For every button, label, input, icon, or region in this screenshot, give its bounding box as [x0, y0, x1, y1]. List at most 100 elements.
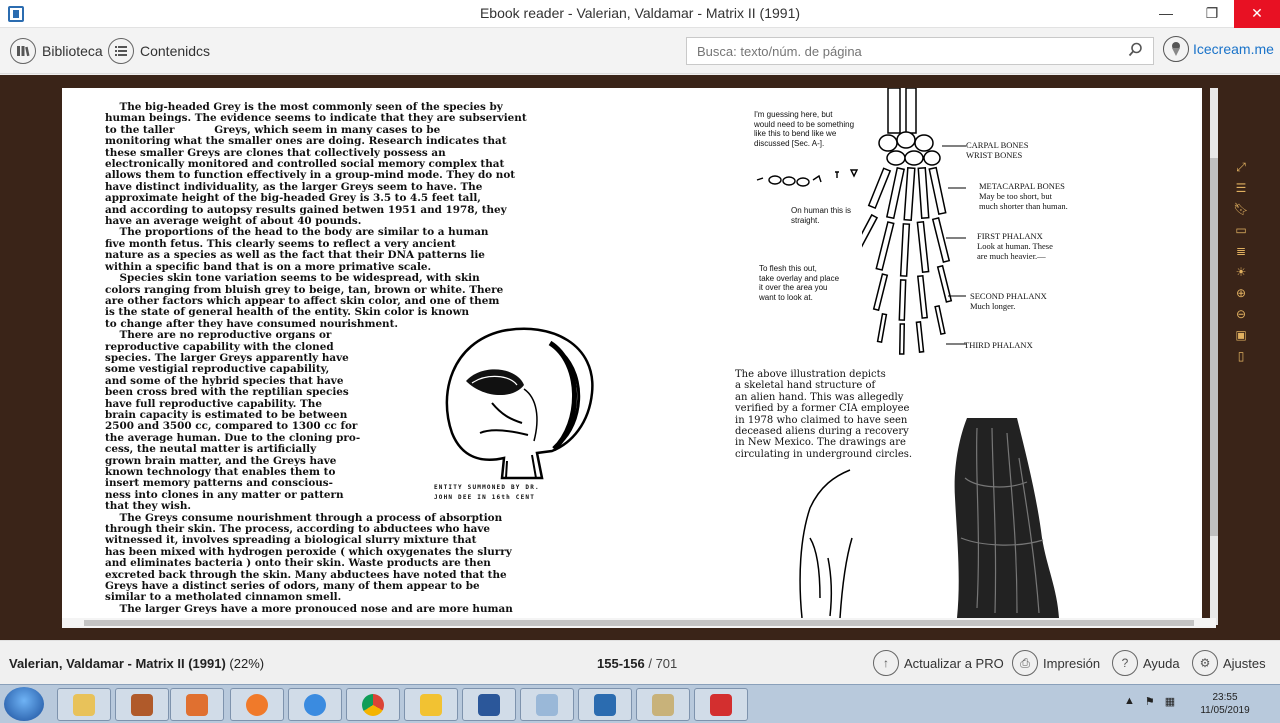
contents-label: Contenidcs — [140, 43, 211, 59]
settings-label: Ajustes — [1223, 655, 1266, 671]
paint-icon — [536, 693, 558, 716]
search-box[interactable] — [686, 37, 1154, 65]
side-toolbar: ⤢ ☰ 🔖︎ ▭ ≣ ☀ ⊕ ⊖ ▣ ▯ — [1232, 160, 1250, 370]
help-icon: ? — [1112, 650, 1138, 676]
print-label: Impresión — [1043, 655, 1101, 671]
flag-icon[interactable]: ⚑ — [1145, 695, 1155, 708]
contents-button[interactable]: Contenidcs — [108, 37, 210, 65]
upgrade-pro-button[interactable]: ↑ Actualizar a PRO — [873, 650, 1004, 676]
note-straight: On human this is straight. — [791, 206, 852, 225]
chrome-icon — [362, 693, 384, 716]
upgrade-label: Actualizar a PRO — [904, 655, 1004, 671]
brightness-icon[interactable]: ☀ — [1232, 265, 1250, 286]
search-icon[interactable] — [1128, 42, 1143, 61]
bookmark-icon[interactable]: 🔖︎ — [1232, 202, 1250, 223]
alien-image-caption: ENTITY SUMMONED BY DR. JOHN DEE IN 16th … — [434, 484, 540, 501]
firefox-icon — [246, 693, 268, 716]
search-input[interactable] — [687, 38, 1117, 64]
toolbar: Biblioteca Contenidcs Icecream.me — [0, 28, 1280, 74]
taskbar-ebook-reader[interactable] — [578, 688, 632, 721]
taskbar-explorer[interactable] — [57, 688, 111, 721]
clock[interactable]: 23:55 11/05/2019 — [1196, 691, 1254, 717]
book-spread[interactable]: The big-headed Grey is the most commonly… — [62, 88, 1202, 618]
list-icon — [108, 38, 134, 64]
horizontal-scrollbar[interactable] — [62, 618, 1216, 628]
close-button[interactable]: ✕ — [1234, 0, 1280, 28]
clock-date: 11/05/2019 — [1200, 705, 1250, 716]
taskbar-app-3[interactable] — [170, 688, 224, 721]
taskbar-notes[interactable] — [404, 688, 458, 721]
windows-taskbar: ▲ ⚑ ▦ 23:55 11/05/2019 — [0, 684, 1280, 723]
library-label: Biblioteca — [42, 43, 103, 59]
title-bar: Ebook reader - Valerian, Valdamar - Matr… — [0, 0, 1280, 28]
note-flesh-out: To flesh this out, take overlay and plac… — [759, 264, 840, 302]
network-icon[interactable]: ▦ — [1165, 695, 1175, 708]
taskbar-firefox[interactable] — [230, 688, 284, 721]
ie-icon — [304, 693, 326, 716]
zoom-in-icon[interactable]: ⊕ — [1232, 286, 1250, 307]
book-percent: (22%) — [229, 656, 265, 671]
zoom-out-icon[interactable]: ⊖ — [1232, 307, 1250, 328]
chat-icon — [420, 693, 442, 716]
library-icon — [10, 38, 36, 64]
tray-arrow-icon[interactable]: ▲ — [1124, 695, 1135, 708]
help-button[interactable]: ? Ayuda — [1112, 650, 1180, 676]
taskbar-chrome[interactable] — [346, 688, 400, 721]
alien-head-illustration — [445, 327, 594, 480]
brand-label: Icecream.me — [1193, 41, 1274, 57]
print-button[interactable]: ⎙ Impresión — [1012, 650, 1100, 676]
gear-icon: ⚙ — [1192, 650, 1218, 676]
clock-time: 23:55 — [1212, 692, 1238, 703]
note-guessing: I'm guessing here, but would need to be … — [754, 110, 855, 148]
ebook-icon — [594, 693, 616, 716]
image-icon[interactable]: ▣ — [1232, 328, 1250, 349]
taskbar-ie[interactable] — [288, 688, 342, 721]
vertical-scrollbar[interactable] — [1210, 88, 1218, 625]
label-carpal-bones: CARPAL BONES WRIST BONES — [966, 140, 1029, 160]
label-metacarpal-bones: METACARPAL BONES May be too short, but m… — [979, 181, 1068, 211]
word-icon — [478, 693, 500, 716]
vertical-scroll-thumb[interactable] — [1210, 158, 1218, 536]
arrow-up-icon: ↑ — [873, 650, 899, 676]
folder-icon — [73, 693, 95, 716]
label-first-phalanx: FIRST PHALANX Look at human. These are m… — [977, 231, 1053, 261]
page-indicator[interactable]: 155-156 / 701 — [597, 656, 677, 671]
taskbar-paint-2[interactable] — [636, 688, 690, 721]
restore-button[interactable]: ❐ — [1190, 0, 1234, 28]
book-title: Valerian, Valdamar - Matrix II (1991) — [9, 656, 226, 671]
fullscreen-icon[interactable]: ⤢ — [1232, 160, 1250, 181]
two-page-icon[interactable]: ▯ — [1232, 349, 1250, 370]
system-tray: ▲ ⚑ ▦ — [1124, 695, 1175, 708]
palette-icon — [652, 693, 674, 716]
page-mode-icon[interactable]: ≣ — [1232, 244, 1250, 265]
window-title: Ebook reader - Valerian, Valdamar - Matr… — [479, 5, 801, 21]
player-icon — [186, 693, 208, 716]
taskbar-pdf[interactable] — [694, 688, 748, 721]
printer-icon: ⎙ — [1012, 650, 1038, 676]
toc-icon[interactable]: ☰ — [1232, 181, 1250, 202]
icecream-link[interactable]: Icecream.me — [1163, 36, 1274, 62]
taskbar-app-2[interactable] — [115, 688, 169, 721]
start-button[interactable] — [4, 687, 44, 721]
total-pages: / 701 — [648, 656, 678, 671]
media-icon — [131, 693, 153, 716]
skeletal-hand-illustration — [862, 88, 966, 355]
horizontal-scroll-thumb[interactable] — [84, 620, 1194, 626]
taskbar-word[interactable] — [462, 688, 516, 721]
notes-icon[interactable]: ▭ — [1232, 223, 1250, 244]
pdf-icon — [710, 693, 732, 716]
reader-area[interactable]: The big-headed Grey is the most commonly… — [0, 75, 1280, 640]
status-bar: Valerian, Valdamar - Matrix II (1991) (2… — [0, 640, 1280, 684]
wrist-chain-sketch — [756, 169, 859, 187]
icecream-logo-icon — [1163, 36, 1189, 62]
help-label: Ayuda — [1143, 655, 1180, 671]
settings-button[interactable]: ⚙ Ajustes — [1192, 650, 1266, 676]
taskbar-paint[interactable] — [520, 688, 574, 721]
current-pages: 155-156 — [597, 656, 645, 671]
human-hand-sketch — [799, 469, 853, 618]
minimize-button[interactable]: — — [1144, 0, 1188, 28]
alien-hand-sketch — [954, 418, 1059, 618]
library-button[interactable]: Biblioteca — [10, 37, 103, 65]
label-third-phalanx: THIRD PHALANX — [964, 340, 1033, 350]
book-info: Valerian, Valdamar - Matrix II (1991) (2… — [9, 656, 264, 671]
